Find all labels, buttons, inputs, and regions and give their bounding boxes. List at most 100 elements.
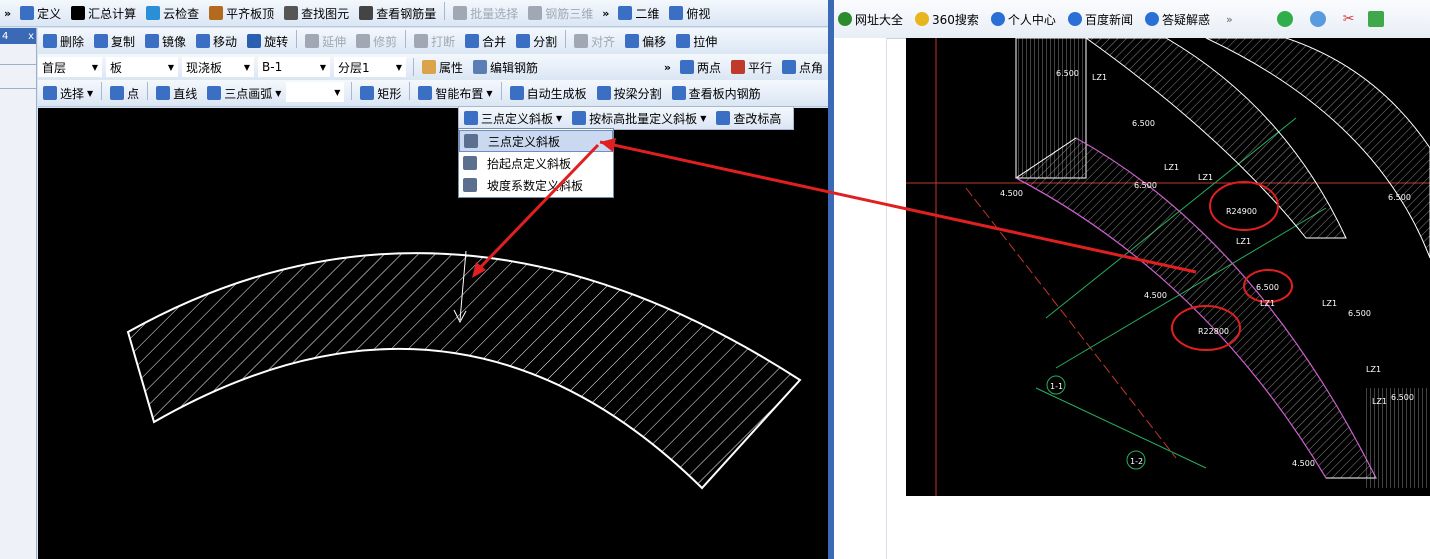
elevation-icon bbox=[716, 111, 731, 125]
parallel-button[interactable]: 平行 bbox=[726, 56, 777, 78]
menu-item-raise-point-slope[interactable]: 抬起点定义斜板 bbox=[459, 152, 613, 174]
stretch-icon bbox=[676, 34, 691, 48]
button-label: 镜像 bbox=[162, 34, 187, 49]
align-slab-button[interactable]: 平齐板顶 bbox=[204, 2, 279, 24]
mirror-button[interactable]: 镜像 bbox=[140, 30, 191, 52]
dropdown-arrow-icon[interactable]: ▼ bbox=[556, 114, 562, 123]
dropdown-arrow-icon[interactable]: ▼ bbox=[700, 114, 706, 123]
bookmark-item[interactable]: 百度新闻 bbox=[1067, 11, 1133, 28]
browser-window: 网址大全 360搜索 个人中心 百度新闻 答疑解惑 » ✂ 6.500 6.50… bbox=[834, 0, 1430, 559]
properties-button[interactable]: 属性 bbox=[417, 56, 468, 78]
arc-mode-select[interactable]: ▼ bbox=[286, 82, 345, 102]
highlight-ellipse bbox=[1209, 181, 1279, 231]
binoculars-button[interactable]: 查找图元 bbox=[279, 2, 354, 24]
smart-layout-button[interactable]: 智能布置 ▼ bbox=[413, 82, 497, 104]
define-button[interactable]: 定义 bbox=[15, 2, 66, 24]
two-point-button[interactable]: 两点 bbox=[675, 56, 726, 78]
merge-icon bbox=[465, 34, 480, 48]
select-cursor-button[interactable]: 选择 ▼ bbox=[38, 82, 98, 104]
slab-name-select[interactable]: B-1 ▼ bbox=[258, 57, 330, 77]
button-label: 两点 bbox=[696, 60, 721, 75]
scissors-icon[interactable]: ✂ bbox=[1343, 11, 1355, 27]
close-icon[interactable]: x bbox=[28, 31, 34, 42]
extend-button[interactable]: 延伸 bbox=[300, 30, 351, 52]
edit-toolbar: 删除 复制 镜像 移动 旋转 延伸 修剪 打断 合并 分割 对齐 偏移 拉伸 bbox=[38, 28, 828, 55]
arc-button[interactable]: 三点画弧 ▼ bbox=[202, 82, 286, 104]
floor-select[interactable]: 首层 ▼ bbox=[38, 57, 102, 77]
copy-button[interactable]: 复制 bbox=[89, 30, 140, 52]
dropdown-arrow-icon[interactable]: ▼ bbox=[486, 89, 492, 98]
slab-type-select[interactable]: 现浇板 ▼ bbox=[182, 57, 254, 77]
rotate-button[interactable]: 旋转 bbox=[242, 30, 293, 52]
menu-item-three-point-slope[interactable]: 三点定义斜板 bbox=[459, 130, 613, 152]
move-button[interactable]: 移动 bbox=[191, 30, 242, 52]
toolbar-overflow-chevron[interactable]: » bbox=[0, 7, 15, 20]
button-label: 自动生成板 bbox=[526, 86, 587, 101]
menu-item-label: 抬起点定义斜板 bbox=[487, 156, 572, 171]
menu-item-label: 三点定义斜板 bbox=[488, 134, 561, 149]
break-button[interactable]: 打断 bbox=[409, 30, 460, 52]
drawing-canvas[interactable] bbox=[38, 108, 828, 559]
point-angle-button[interactable]: 点角 bbox=[777, 56, 828, 78]
rectangle-button[interactable]: 矩形 bbox=[355, 82, 406, 104]
cloud-check-button[interactable]: 云检查 bbox=[141, 2, 204, 24]
toolbar-overflow-chevron[interactable]: » bbox=[660, 61, 675, 74]
point-button[interactable]: 点 bbox=[105, 82, 144, 104]
batch-select-button[interactable]: 批量选择 bbox=[448, 2, 523, 24]
align-button[interactable]: 对齐 bbox=[569, 30, 620, 52]
bookmark-item[interactable]: 个人中心 bbox=[990, 11, 1056, 28]
bookmark-item[interactable]: 360搜索 bbox=[915, 11, 979, 28]
bookmark-item[interactable]: 网址大全 bbox=[838, 11, 903, 28]
slab-rebar-button[interactable]: 查看板内钢筋 bbox=[667, 82, 766, 104]
auto-slab-button[interactable]: 自动生成板 bbox=[505, 82, 592, 104]
align-slab-icon bbox=[209, 6, 224, 20]
minus-circle-icon[interactable] bbox=[1309, 11, 1326, 27]
stretch-button[interactable]: 拉伸 bbox=[671, 30, 722, 52]
top-view-icon bbox=[669, 6, 684, 20]
extend-icon bbox=[305, 34, 320, 48]
toolbar-separator bbox=[296, 30, 298, 48]
chat-icon[interactable] bbox=[1276, 11, 1293, 27]
line-button[interactable]: 直线 bbox=[151, 82, 202, 104]
batch-slope-button[interactable]: 按标高批量定义斜板 ▼ bbox=[567, 107, 711, 129]
button-label: 云检查 bbox=[163, 6, 200, 21]
bookmark-item[interactable]: 答疑解惑 bbox=[1144, 11, 1210, 28]
three-point-slope-button[interactable]: 三点定义斜板 ▼ bbox=[459, 107, 567, 129]
button-label: 智能布置 bbox=[435, 86, 484, 101]
beam-split-button[interactable]: 按梁分割 bbox=[592, 82, 667, 104]
merge-button[interactable]: 合并 bbox=[460, 30, 511, 52]
rebar-3d-button[interactable]: 钢筋三维 bbox=[523, 2, 598, 24]
top-view-button[interactable]: 俯视 bbox=[664, 2, 715, 24]
button-label: 查改标高 bbox=[733, 111, 782, 126]
bookmark-overflow-chevron[interactable]: » bbox=[1222, 13, 1237, 26]
edit-rebar-button[interactable]: 编辑钢筋 bbox=[468, 56, 543, 78]
layer-select[interactable]: 分层1 ▼ bbox=[334, 57, 406, 77]
menu-item-slope-coeff[interactable]: 坡度系数定义斜板 bbox=[459, 174, 613, 196]
trim-button[interactable]: 修剪 bbox=[351, 30, 402, 52]
curved-slab bbox=[1015, 137, 1377, 479]
2d-view-button[interactable]: 二维 bbox=[613, 2, 664, 24]
button-label: 查看钢筋量 bbox=[376, 6, 437, 21]
delete-button[interactable]: 删除 bbox=[38, 30, 89, 52]
pin-icon[interactable]: 4 bbox=[2, 31, 8, 42]
dropdown-arrow-icon[interactable]: ▼ bbox=[87, 89, 93, 98]
cad-label: 4.500 bbox=[1144, 291, 1167, 300]
elevation-button[interactable]: 查改标高 bbox=[711, 107, 786, 129]
toolbar-overflow-chevron[interactable]: » bbox=[598, 7, 613, 20]
button-label: 批量选择 bbox=[470, 6, 519, 21]
component-select[interactable]: 板 ▼ bbox=[106, 57, 178, 77]
sigma-button[interactable]: 汇总计算 bbox=[66, 2, 141, 24]
offset-button[interactable]: 偏移 bbox=[620, 30, 671, 52]
translate-icon[interactable] bbox=[1368, 11, 1385, 27]
button-label: 分割 bbox=[533, 34, 558, 49]
button-label: 查看板内钢筋 bbox=[688, 86, 761, 101]
cad-application-window: » 定义 汇总计算 云检查 平齐板顶 查找图元 查看钢筋量 批量选择 钢筋三维 » 二维 俯视 … bbox=[0, 0, 828, 559]
button-label: 查找图元 bbox=[301, 6, 350, 21]
cad-label: 1-1 bbox=[1050, 382, 1063, 391]
rotate-icon bbox=[247, 34, 262, 48]
toolbar-separator bbox=[413, 58, 414, 76]
dropdown-arrow-icon[interactable]: ▼ bbox=[275, 89, 281, 98]
split-button[interactable]: 分割 bbox=[511, 30, 562, 52]
cad-label: LZ1 bbox=[1372, 397, 1387, 406]
rebar-view-button[interactable]: 查看钢筋量 bbox=[354, 2, 441, 24]
